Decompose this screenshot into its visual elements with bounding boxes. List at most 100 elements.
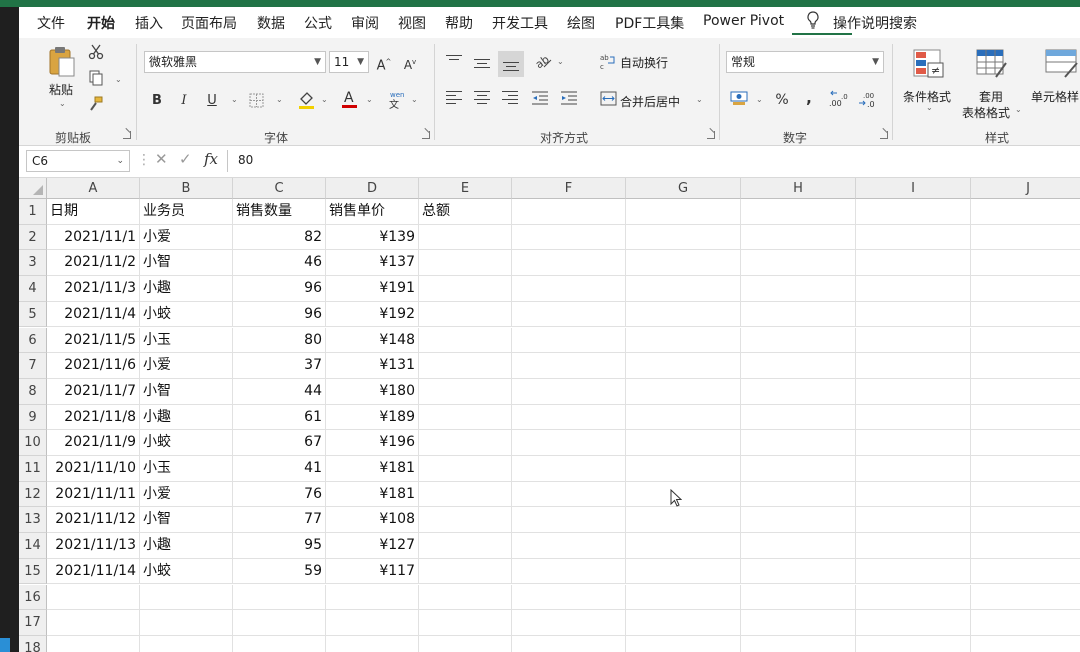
empty-cell[interactable]: [741, 327, 856, 354]
row-header[interactable]: 5: [19, 301, 47, 328]
tab-power-pivot[interactable]: Power Pivot: [703, 13, 784, 29]
align-bottom-button[interactable]: [498, 51, 524, 77]
data-cell[interactable]: ¥192: [326, 301, 419, 328]
chevron-down-icon[interactable]: ⌄: [276, 95, 283, 104]
data-cell[interactable]: 2021/11/12: [47, 507, 140, 534]
empty-cell[interactable]: [856, 584, 971, 611]
empty-cell[interactable]: [419, 430, 512, 456]
data-cell[interactable]: 61: [233, 404, 326, 431]
empty-cell[interactable]: [971, 482, 1080, 508]
row-header[interactable]: 6: [19, 327, 47, 354]
data-cell[interactable]: 小蛟: [140, 558, 233, 585]
header-cell[interactable]: 业务员: [140, 199, 233, 225]
empty-cell[interactable]: [971, 276, 1080, 302]
empty-cell[interactable]: [856, 456, 971, 482]
data-cell[interactable]: 76: [233, 481, 326, 508]
format-as-table-label-1[interactable]: 套用: [979, 88, 1003, 105]
percent-button[interactable]: %: [773, 90, 791, 110]
data-cell[interactable]: 2021/11/9: [47, 430, 140, 456]
header-cell[interactable]: 销售数量: [233, 199, 326, 225]
fill-color-icon[interactable]: [297, 90, 315, 117]
data-cell[interactable]: 95: [233, 533, 326, 559]
increase-indent-icon[interactable]: [559, 90, 579, 113]
row-header[interactable]: 13: [19, 507, 47, 534]
empty-cell[interactable]: [971, 533, 1080, 559]
empty-cell[interactable]: [856, 199, 971, 225]
column-header-b[interactable]: B: [140, 178, 233, 199]
empty-cell[interactable]: [512, 610, 626, 636]
data-cell[interactable]: ¥181: [326, 481, 419, 508]
empty-cell[interactable]: [741, 558, 856, 585]
launcher-icon[interactable]: [123, 131, 131, 139]
data-cell[interactable]: 2021/11/7: [47, 378, 140, 405]
data-cell[interactable]: ¥191: [326, 276, 419, 302]
data-cell[interactable]: ¥137: [326, 250, 419, 277]
empty-cell[interactable]: [47, 584, 140, 611]
data-cell[interactable]: 2021/11/3: [47, 276, 140, 302]
empty-cell[interactable]: [856, 327, 971, 354]
cell-styles-icon[interactable]: [1045, 49, 1079, 82]
empty-cell[interactable]: [233, 635, 326, 652]
empty-cell[interactable]: [626, 301, 741, 328]
empty-cell[interactable]: [419, 558, 512, 585]
data-cell[interactable]: 96: [233, 301, 326, 328]
empty-cell[interactable]: [971, 507, 1080, 534]
font-name-select[interactable]: 微软雅黑 ▼: [144, 51, 326, 73]
tab-page-layout[interactable]: 页面布局: [181, 13, 237, 33]
chevron-down-icon[interactable]: ⌄: [756, 95, 763, 104]
empty-cell[interactable]: [741, 276, 856, 302]
empty-cell[interactable]: [419, 456, 512, 482]
empty-cell[interactable]: [47, 635, 140, 652]
empty-cell[interactable]: [856, 507, 971, 534]
chevron-down-icon[interactable]: ⌄: [59, 99, 66, 108]
empty-cell[interactable]: [419, 250, 512, 277]
column-header-f[interactable]: F: [512, 178, 626, 199]
empty-cell[interactable]: [626, 378, 741, 405]
merge-center-button[interactable]: 合并后居中: [620, 93, 680, 110]
increase-decimal-icon[interactable]: .00.0: [829, 90, 851, 115]
column-header-e[interactable]: E: [419, 178, 512, 199]
empty-cell[interactable]: [856, 635, 971, 652]
data-cell[interactable]: 小趣: [140, 276, 233, 302]
bold-button[interactable]: B: [149, 91, 165, 111]
empty-cell[interactable]: [971, 199, 1080, 225]
data-cell[interactable]: 2021/11/10: [47, 456, 140, 482]
empty-cell[interactable]: [419, 327, 512, 354]
header-cell[interactable]: 销售单价: [326, 199, 419, 225]
empty-cell[interactable]: [419, 276, 512, 302]
data-cell[interactable]: 小爱: [140, 224, 233, 251]
borders-icon[interactable]: [248, 93, 264, 115]
data-cell[interactable]: 小爱: [140, 353, 233, 379]
empty-cell[interactable]: [626, 224, 741, 251]
data-cell[interactable]: ¥148: [326, 327, 419, 354]
data-cell[interactable]: 2021/11/8: [47, 404, 140, 431]
empty-cell[interactable]: [971, 379, 1080, 405]
font-color-icon[interactable]: A: [340, 88, 358, 117]
empty-cell[interactable]: [856, 610, 971, 636]
decrease-indent-icon[interactable]: [530, 90, 550, 113]
empty-cell[interactable]: [856, 224, 971, 251]
empty-cell[interactable]: [626, 353, 741, 379]
conditional-format-icon[interactable]: ≠: [913, 49, 945, 82]
empty-cell[interactable]: [741, 456, 856, 482]
tab-view[interactable]: 视图: [398, 13, 426, 33]
tab-formulas[interactable]: 公式: [304, 13, 332, 33]
align-center-icon[interactable]: [474, 91, 490, 107]
empty-cell[interactable]: [419, 224, 512, 251]
empty-cell[interactable]: [626, 533, 741, 559]
empty-cell[interactable]: [971, 302, 1080, 328]
format-as-table-icon[interactable]: [976, 49, 1008, 82]
cut-icon[interactable]: [86, 44, 106, 67]
data-cell[interactable]: 59: [233, 558, 326, 585]
empty-cell[interactable]: [512, 378, 626, 405]
align-left-icon[interactable]: [446, 91, 462, 107]
data-cell[interactable]: 41: [233, 456, 326, 482]
empty-cell[interactable]: [971, 585, 1080, 611]
empty-cell[interactable]: [971, 430, 1080, 456]
data-cell[interactable]: 小趣: [140, 404, 233, 431]
data-cell[interactable]: 小爱: [140, 481, 233, 508]
paste-button-label[interactable]: 粘贴: [49, 81, 73, 98]
empty-cell[interactable]: [856, 276, 971, 302]
column-header-a[interactable]: A: [47, 178, 140, 199]
data-cell[interactable]: 2021/11/1: [47, 224, 140, 251]
